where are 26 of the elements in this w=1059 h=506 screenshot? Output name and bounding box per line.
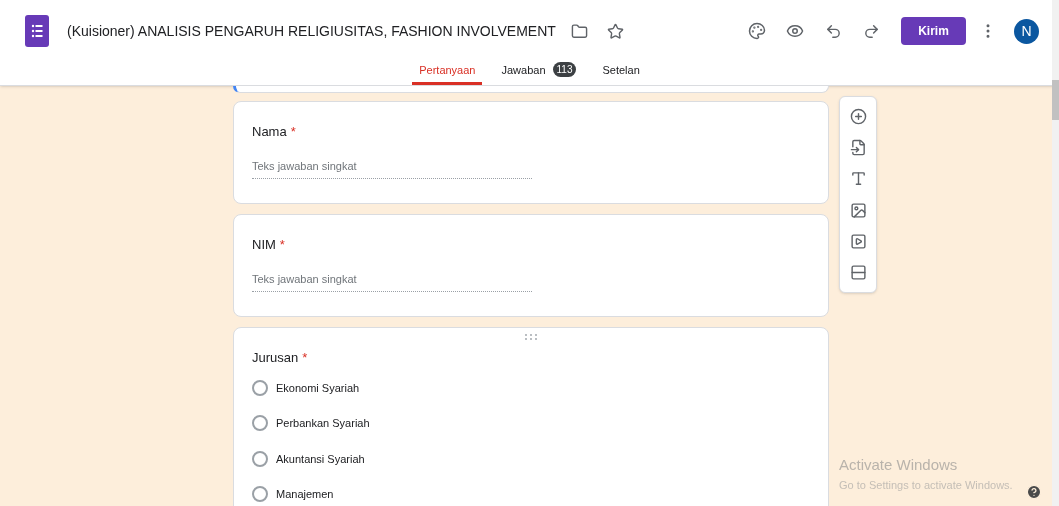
question-title: Nama	[252, 123, 287, 141]
option-label: Ekonomi Syariah	[276, 380, 360, 396]
drag-handle-icon	[525, 334, 537, 340]
form-title[interactable]: (Kuisioner) ANALISIS PENGARUH RELIGIUSITAS, FASHION INVOLVEMENT	[67, 20, 556, 42]
short-answer-field[interactable]: Teks jawaban singkat	[252, 157, 532, 179]
option-label: Manajemen	[276, 487, 334, 502]
required-asterisk: *	[279, 236, 285, 254]
required-asterisk: *	[302, 349, 308, 367]
option-label: Akuntansi Syariah	[276, 451, 365, 467]
forms-logo-icon[interactable]	[25, 15, 49, 47]
option-label: Perbankan Syariah	[276, 416, 370, 431]
radio-button[interactable]	[252, 486, 268, 503]
short-answer-field[interactable]: Teks jawaban singkat	[252, 270, 532, 292]
question-title: NIM	[252, 236, 276, 254]
required-asterisk: *	[290, 123, 296, 141]
send-button[interactable]: Kirim	[901, 17, 966, 45]
radio-button[interactable]	[252, 379, 268, 396]
tab[interactable]: Jawaban 113	[494, 62, 584, 85]
radio-button[interactable]	[252, 415, 268, 432]
radio-button[interactable]	[252, 450, 268, 467]
question-title: Jurusan	[252, 349, 299, 367]
tab[interactable]: Setelan	[595, 62, 647, 85]
activation-notice-title: Activate Windows	[839, 455, 959, 475]
user-avatar[interactable]: N	[1014, 18, 1039, 44]
help-icon[interactable]	[1026, 484, 1042, 500]
response-count-badge: 113	[552, 62, 577, 77]
